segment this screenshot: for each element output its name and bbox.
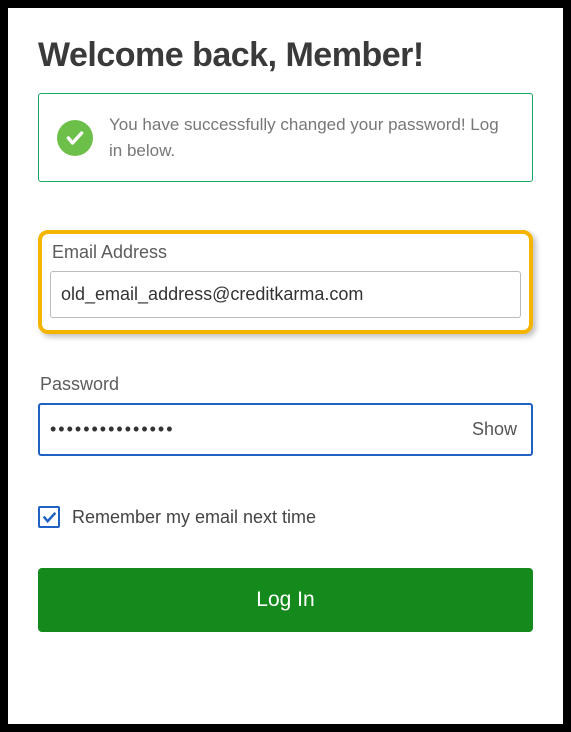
alert-message: You have successfully changed your passw…	[109, 112, 514, 163]
password-label: Password	[38, 374, 533, 395]
show-password-button[interactable]: Show	[458, 419, 531, 440]
email-label: Email Address	[50, 242, 521, 263]
remember-row: Remember my email next time	[38, 506, 533, 528]
email-highlight-box: Email Address	[38, 230, 533, 334]
page-title: Welcome back, Member!	[38, 36, 533, 75]
remember-label: Remember my email next time	[72, 507, 316, 528]
checkmark-icon	[42, 510, 57, 525]
password-group: Password Show	[38, 374, 533, 456]
check-circle-icon	[57, 120, 93, 156]
login-page: Welcome back, Member! You have successfu…	[8, 8, 563, 724]
email-input[interactable]	[50, 271, 521, 318]
success-alert: You have successfully changed your passw…	[38, 93, 533, 182]
password-field-wrap: Show	[38, 403, 533, 456]
remember-checkbox[interactable]	[38, 506, 60, 528]
password-input[interactable]	[40, 405, 458, 454]
login-button[interactable]: Log In	[38, 568, 533, 632]
